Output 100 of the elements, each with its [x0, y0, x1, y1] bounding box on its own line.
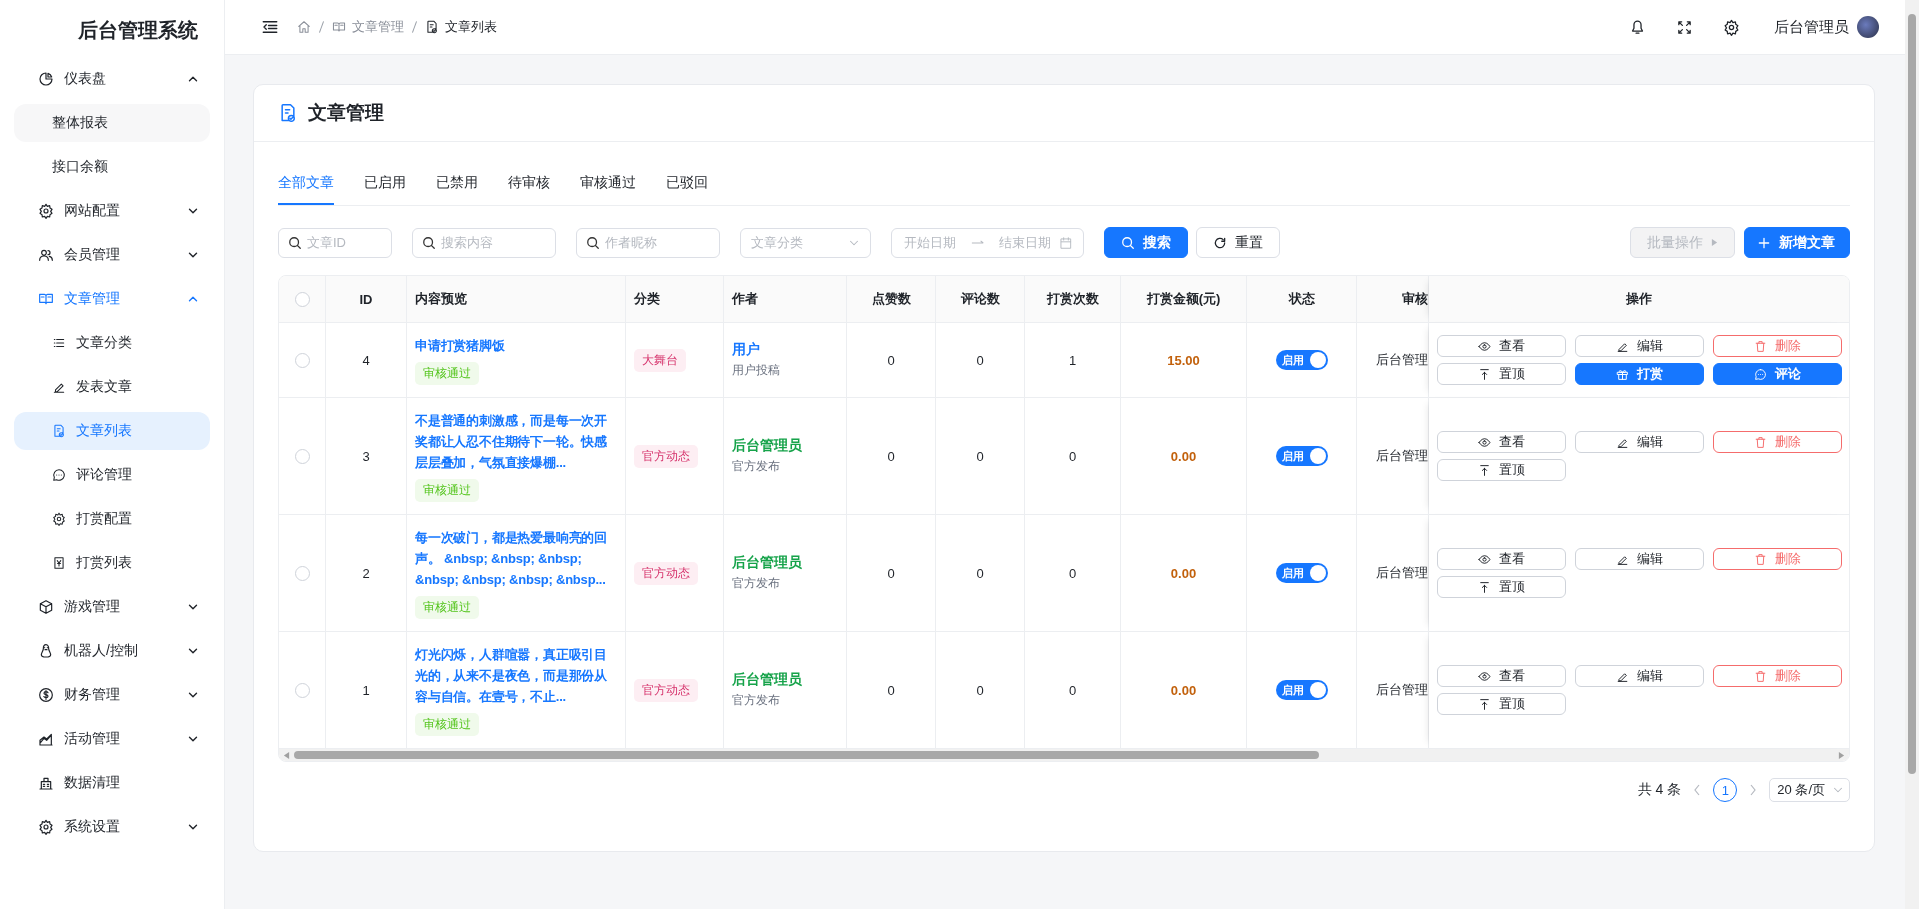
vertical-scrollbar[interactable] [1905, 0, 1919, 909]
category-select[interactable]: 文章分类 [740, 227, 871, 258]
sidebar-item[interactable]: 机器人/控制 [14, 632, 210, 670]
building-icon [38, 775, 54, 791]
sidebar-subitem[interactable]: 文章列表 [14, 412, 210, 450]
pin-button[interactable]: 置顶 [1436, 459, 1566, 481]
sidebar-item[interactable]: 仪表盘 [14, 60, 210, 98]
end-date-input[interactable]: 结束日期 [996, 234, 1053, 251]
arrow-up-icon [1477, 580, 1491, 594]
view-button[interactable]: 查看 [1436, 431, 1566, 453]
previous-page-icon[interactable] [1693, 784, 1702, 796]
status-switch[interactable]: 启用 [1275, 446, 1328, 466]
home-icon[interactable] [297, 20, 311, 34]
column-header: 内容预览 [415, 290, 467, 308]
sidebar-subitem[interactable]: 发表文章 [14, 368, 210, 406]
tab[interactable]: 已驳回 [666, 168, 708, 205]
table-cell: 0 [1068, 448, 1077, 464]
pin-button[interactable]: 置顶 [1436, 693, 1566, 715]
view-button[interactable]: 查看 [1436, 548, 1566, 570]
sidebar-subitem[interactable]: 文章分类 [14, 324, 210, 362]
chart-icon [38, 731, 54, 747]
add-button[interactable]: 新增文章 [1744, 227, 1850, 258]
date-range-field[interactable]: 开始日期 结束日期 [891, 227, 1084, 258]
sidebar-item[interactable]: 游戏管理 [14, 588, 210, 626]
author-note: 官方发布 [732, 458, 780, 475]
tip-button[interactable]: 打赏 [1574, 363, 1704, 385]
checkbox[interactable] [294, 352, 310, 368]
app-title: 后台管理系统 [77, 17, 199, 43]
users-icon [38, 247, 54, 263]
sidebar-item[interactable]: 活动管理 [14, 720, 210, 758]
checkbox[interactable] [294, 448, 310, 464]
avatar[interactable] [1857, 16, 1879, 38]
sidebar-subitem[interactable]: 整体报表 [14, 104, 210, 142]
article-preview-link[interactable]: 灯光闪烁，人群喧嚣，真正吸引目光的，从来不是夜色，而是那份从容与自信。在壹号，不止... [415, 644, 619, 707]
scroll-right-icon[interactable] [1838, 750, 1845, 760]
author-note: 官方发布 [732, 692, 780, 709]
reset-button[interactable]: 重置 [1196, 227, 1280, 258]
card-title: 文章管理 [308, 101, 384, 125]
view-button[interactable]: 查看 [1436, 335, 1566, 357]
total-count: 共 4 条 [1637, 781, 1682, 799]
checkbox[interactable] [294, 682, 310, 698]
next-page-icon[interactable] [1749, 784, 1758, 796]
article-preview-link[interactable]: 每一次破门，都是热爱最响亮的回声。 &nbsp; &nbsp; &nbsp; &nbsp; &nbsp; &nbsp; &nbsp... [415, 527, 619, 590]
menu-fold-icon[interactable] [261, 18, 279, 36]
sidebar-subitem[interactable]: 评论管理 [14, 456, 210, 494]
bell-icon[interactable] [1629, 18, 1646, 36]
search-field[interactable]: 搜索内容 [412, 227, 556, 258]
pin-button[interactable]: 置顶 [1436, 363, 1566, 385]
settings-icon[interactable] [1723, 18, 1740, 36]
tab[interactable]: 全部文章 [278, 168, 334, 205]
status-switch[interactable]: 启用 [1275, 680, 1328, 700]
user-name[interactable]: 后台管理员 [1774, 17, 1849, 37]
tab[interactable]: 已启用 [364, 168, 406, 205]
comment-button[interactable]: 评论 [1712, 363, 1842, 385]
search-button[interactable]: 搜索 [1104, 227, 1188, 258]
pin-button[interactable]: 置顶 [1436, 576, 1566, 598]
table-cell: 15.00 [1167, 352, 1200, 368]
sidebar-item[interactable]: 财务管理 [14, 676, 210, 714]
tab[interactable]: 已禁用 [436, 168, 478, 205]
sidebar-item[interactable]: 文章管理 [14, 280, 210, 318]
column-header: 打赏金额(元) [1146, 290, 1221, 308]
page-size-select[interactable]: 20 条/页 [1769, 778, 1850, 802]
review-tag: 审核通过 [415, 713, 479, 736]
start-date-input[interactable]: 开始日期 [902, 234, 959, 251]
search-icon [288, 235, 302, 250]
checkbox[interactable] [294, 291, 310, 307]
tab[interactable]: 审核通过 [580, 168, 636, 205]
sidebar-subitem[interactable]: 接口余额 [14, 148, 210, 186]
sidebar-subitem[interactable]: 打赏列表 [14, 544, 210, 582]
sidebar-item[interactable]: 数据清理 [14, 764, 210, 802]
table-cell: 0 [976, 565, 984, 581]
edit-button[interactable]: 编辑 [1574, 548, 1704, 570]
sidebar-item[interactable]: 系统设置 [14, 808, 210, 846]
sidebar-item[interactable]: 网站配置 [14, 192, 210, 230]
checkbox[interactable] [294, 565, 310, 581]
status-switch[interactable]: 启用 [1275, 350, 1328, 370]
horizontal-scrollbar[interactable] [279, 749, 1849, 761]
sidebar-item[interactable]: 会员管理 [14, 236, 210, 274]
author-note: 用户投稿 [732, 362, 780, 379]
edit-button[interactable]: 编辑 [1574, 431, 1704, 453]
search-field[interactable]: 文章ID [278, 227, 392, 258]
table-cell: 0.00 [1170, 682, 1197, 698]
category-tag: 官方动态 [634, 444, 698, 468]
sidebar-subitem[interactable]: 打赏配置 [14, 500, 210, 538]
article-preview-link[interactable]: 不是普通的刺激感，而是每一次开奖都让人忍不住期待下一轮。快感层层叠加，气氛直接爆棚... [415, 410, 619, 473]
scroll-left-icon[interactable] [283, 750, 290, 760]
edit-button[interactable]: 编辑 [1574, 335, 1704, 357]
column-header: 分类 [634, 290, 660, 308]
fullscreen-icon[interactable] [1676, 18, 1693, 36]
view-button[interactable]: 查看 [1436, 665, 1566, 687]
status-switch[interactable]: 启用 [1275, 563, 1328, 583]
edit-button[interactable]: 编辑 [1574, 665, 1704, 687]
article-preview-link[interactable]: 申请打赏猪脚饭 [415, 335, 505, 356]
search-field[interactable]: 作者昵称 [576, 227, 720, 258]
table-cell: 4 [362, 352, 370, 368]
table-cell: 0 [1068, 682, 1077, 698]
table-cell: 0.00 [1170, 565, 1197, 581]
breadcrumb-link[interactable]: 文章列表 [445, 18, 497, 36]
tab[interactable]: 待审核 [508, 168, 550, 205]
table-cell: 0 [1068, 565, 1077, 581]
